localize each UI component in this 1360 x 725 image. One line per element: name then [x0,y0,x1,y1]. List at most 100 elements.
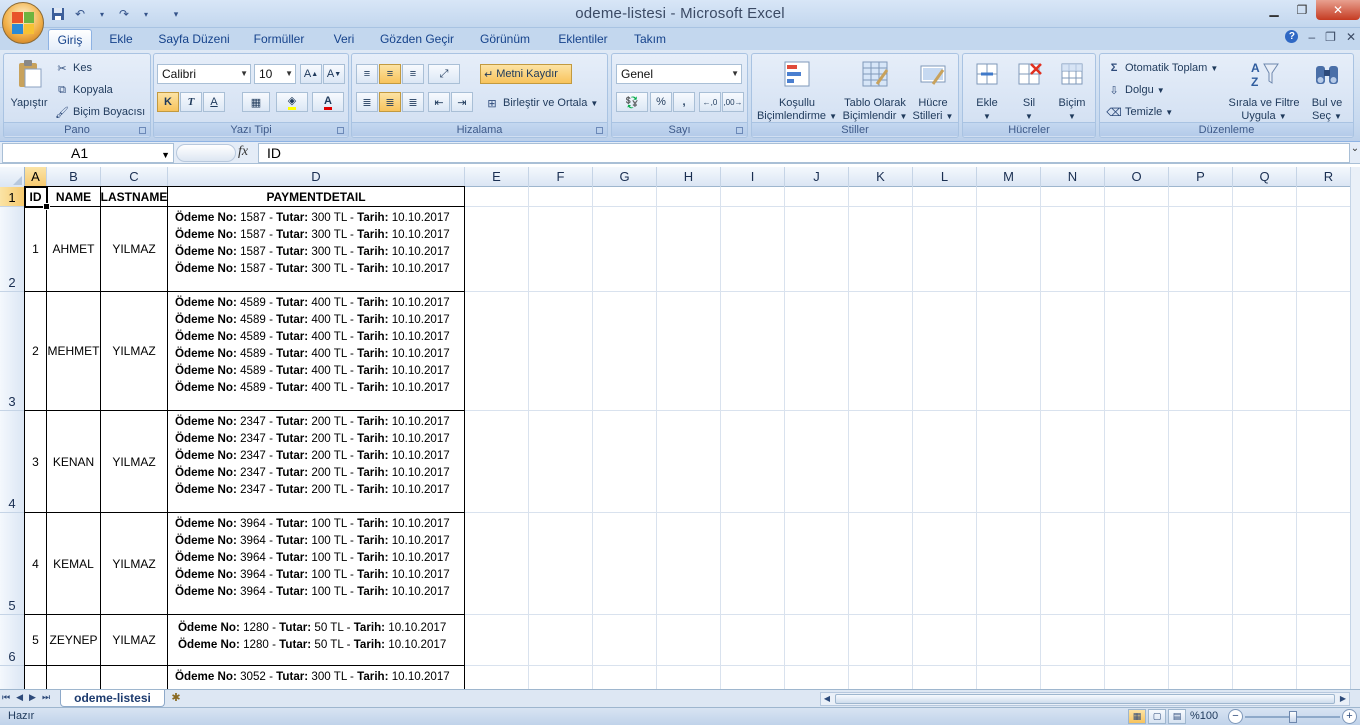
last-sheet-icon[interactable]: ⏭ [42,692,50,703]
row-header-4[interactable]: 4 [0,411,25,513]
align-center-button[interactable]: ≣ [379,92,401,112]
decrease-indent-button[interactable]: ⇤ [428,92,450,112]
normal-view-button[interactable]: ▦ [1128,709,1146,724]
cell-payment-detail[interactable]: Ödeme No: 3052 - Tutar: 300 TL - Tarih: … [168,666,465,689]
cell-c1-header[interactable]: LASTNAME [101,187,168,207]
formula-input[interactable]: ID [258,143,1350,163]
column-header-n[interactable]: N [1041,167,1105,187]
cell-payment-detail[interactable]: Ödeme No: 1280 - Tutar: 50 TL - Tarih: 1… [168,615,465,666]
insert-sheet-icon[interactable]: ✱ [166,691,186,706]
cell-id[interactable]: 3 [25,411,47,513]
cell-styles-button[interactable]: Hücre Stilleri ▼ [910,58,956,123]
cell-name[interactable]: MEHMET [47,292,101,411]
tab-eklentiler[interactable]: Eklentiler [552,29,614,50]
cell-name[interactable]: KENAN [47,411,101,513]
scroll-left-icon[interactable]: ◀ [821,693,833,705]
grow-font-button[interactable]: A ▲ [300,64,322,84]
column-header-g[interactable]: G [593,167,657,187]
cell-name[interactable]: AHMET [47,207,101,292]
page-break-view-button[interactable]: ▤ [1168,709,1186,724]
restore-button[interactable]: ❐ [1288,0,1316,20]
cell-name[interactable]: KEMAL [47,513,101,615]
cell-b1-header[interactable]: NAME [47,187,101,207]
align-left-button[interactable]: ≣ [356,92,378,112]
align-right-button[interactable]: ≣ [402,92,424,112]
row-header-7[interactable]: 7 [0,666,25,689]
orientation-button[interactable]: ⤢ [428,64,460,84]
bold-button[interactable]: K [157,92,179,112]
cell-payment-detail[interactable]: Ödeme No: 3964 - Tutar: 100 TL - Tarih: … [168,513,465,615]
insert-cells-button[interactable]: Ekle ▼ [967,58,1007,123]
page-layout-view-button[interactable]: ▢ [1148,709,1166,724]
increase-indent-button[interactable]: ⇥ [451,92,473,112]
workbook-restore-icon[interactable]: ❐ [1325,30,1336,44]
row-header-5[interactable]: 5 [0,513,25,615]
percent-button[interactable]: % [650,92,672,112]
column-header-b[interactable]: B [47,167,101,187]
next-sheet-icon[interactable]: ▶ [29,692,36,703]
expand-formula-bar-icon[interactable]: ⌄ [1350,143,1360,163]
number-launcher-icon[interactable] [736,127,743,134]
tab-takim[interactable]: Takım [630,29,670,50]
cell-payment-detail[interactable]: Ödeme No: 2347 - Tutar: 200 TL - Tarih: … [168,411,465,513]
workbook-minimize-icon[interactable]: – [1308,30,1315,44]
column-header-q[interactable]: Q [1233,167,1297,187]
cut-button[interactable]: ✂ Kes [54,60,92,76]
horizontal-scroll-thumb[interactable] [835,694,1335,704]
column-header-l[interactable]: L [913,167,977,187]
font-size-combo[interactable]: 10 ▼ [254,64,296,84]
merge-center-button[interactable]: ⊞ Birleştir ve Ortala ▼ [484,95,598,111]
column-header-o[interactable]: O [1105,167,1169,187]
cell-lastname[interactable]: YILMAZ [101,513,168,615]
worksheet-grid[interactable]: ABCDEFGHIJKLMNOPQR 1234567IDNAMELASTNAME… [0,167,1350,689]
horizontal-scrollbar[interactable]: ◀ ▶ [820,692,1350,706]
first-sheet-icon[interactable]: ⏮ [2,692,10,703]
borders-button[interactable]: ▦ [242,92,270,112]
copy-button[interactable]: ⧉ Kopyala [54,82,113,98]
fill-color-button[interactable]: ◈ [276,92,308,112]
cell-id[interactable]: 2 [25,292,47,411]
increase-decimal-button[interactable]: ←,0 [699,92,721,112]
scroll-right-icon[interactable]: ▶ [1337,693,1349,705]
prev-sheet-icon[interactable]: ◀ [16,692,23,703]
alignment-launcher-icon[interactable] [596,127,603,134]
underline-button[interactable]: A [203,92,225,112]
zoom-in-button[interactable]: + [1342,709,1357,724]
cell-lastname[interactable]: YILMAZ [101,411,168,513]
column-header-h[interactable]: H [657,167,721,187]
italic-button[interactable]: T [180,92,202,112]
cell-name[interactable]: ZEYNEP [47,615,101,666]
column-header-k[interactable]: K [849,167,913,187]
column-header-r[interactable]: R [1297,167,1350,187]
cell-lastname[interactable] [101,666,168,689]
vertical-scrollbar[interactable] [1350,167,1360,689]
zoom-level[interactable]: %100 [1190,710,1218,722]
cell-d1-header[interactable]: PAYMENTDETAIL [168,187,465,207]
row-header-1[interactable]: 1 [0,187,25,207]
column-header-c[interactable]: C [101,167,168,187]
pano-launcher-icon[interactable] [139,127,146,134]
help-icon[interactable]: ? [1285,30,1299,43]
wrap-text-button[interactable]: ↵ Metni Kaydır [480,64,572,84]
name-box[interactable]: A1 ▼ [2,143,174,163]
cell-id[interactable]: 4 [25,513,47,615]
find-select-button[interactable]: Bul ve Seç ▼ [1304,58,1350,123]
clear-button[interactable]: ⌫ Temizle ▼ [1106,104,1173,120]
column-header-f[interactable]: F [529,167,593,187]
column-header-m[interactable]: M [977,167,1041,187]
cell-id[interactable]: 5 [25,615,47,666]
column-header-i[interactable]: I [721,167,785,187]
tab-ekle[interactable]: Ekle [104,29,138,50]
align-top-button[interactable]: ≡ [356,64,378,84]
font-color-button[interactable]: A [312,92,344,112]
workbook-close-icon[interactable]: ✕ [1346,30,1356,44]
select-all-button[interactable] [0,167,25,187]
align-middle-button[interactable]: ≡ [379,64,401,84]
cell-payment-detail[interactable]: Ödeme No: 4589 - Tutar: 400 TL - Tarih: … [168,292,465,411]
shrink-font-button[interactable]: A ▼ [323,64,345,84]
decrease-decimal-button[interactable]: ,00→ [722,92,744,112]
cell-lastname[interactable]: YILMAZ [101,615,168,666]
office-button[interactable] [2,2,44,44]
format-as-table-button[interactable]: Tablo Olarak Biçimlendir ▼ [840,58,910,123]
row-header-2[interactable]: 2 [0,207,25,292]
